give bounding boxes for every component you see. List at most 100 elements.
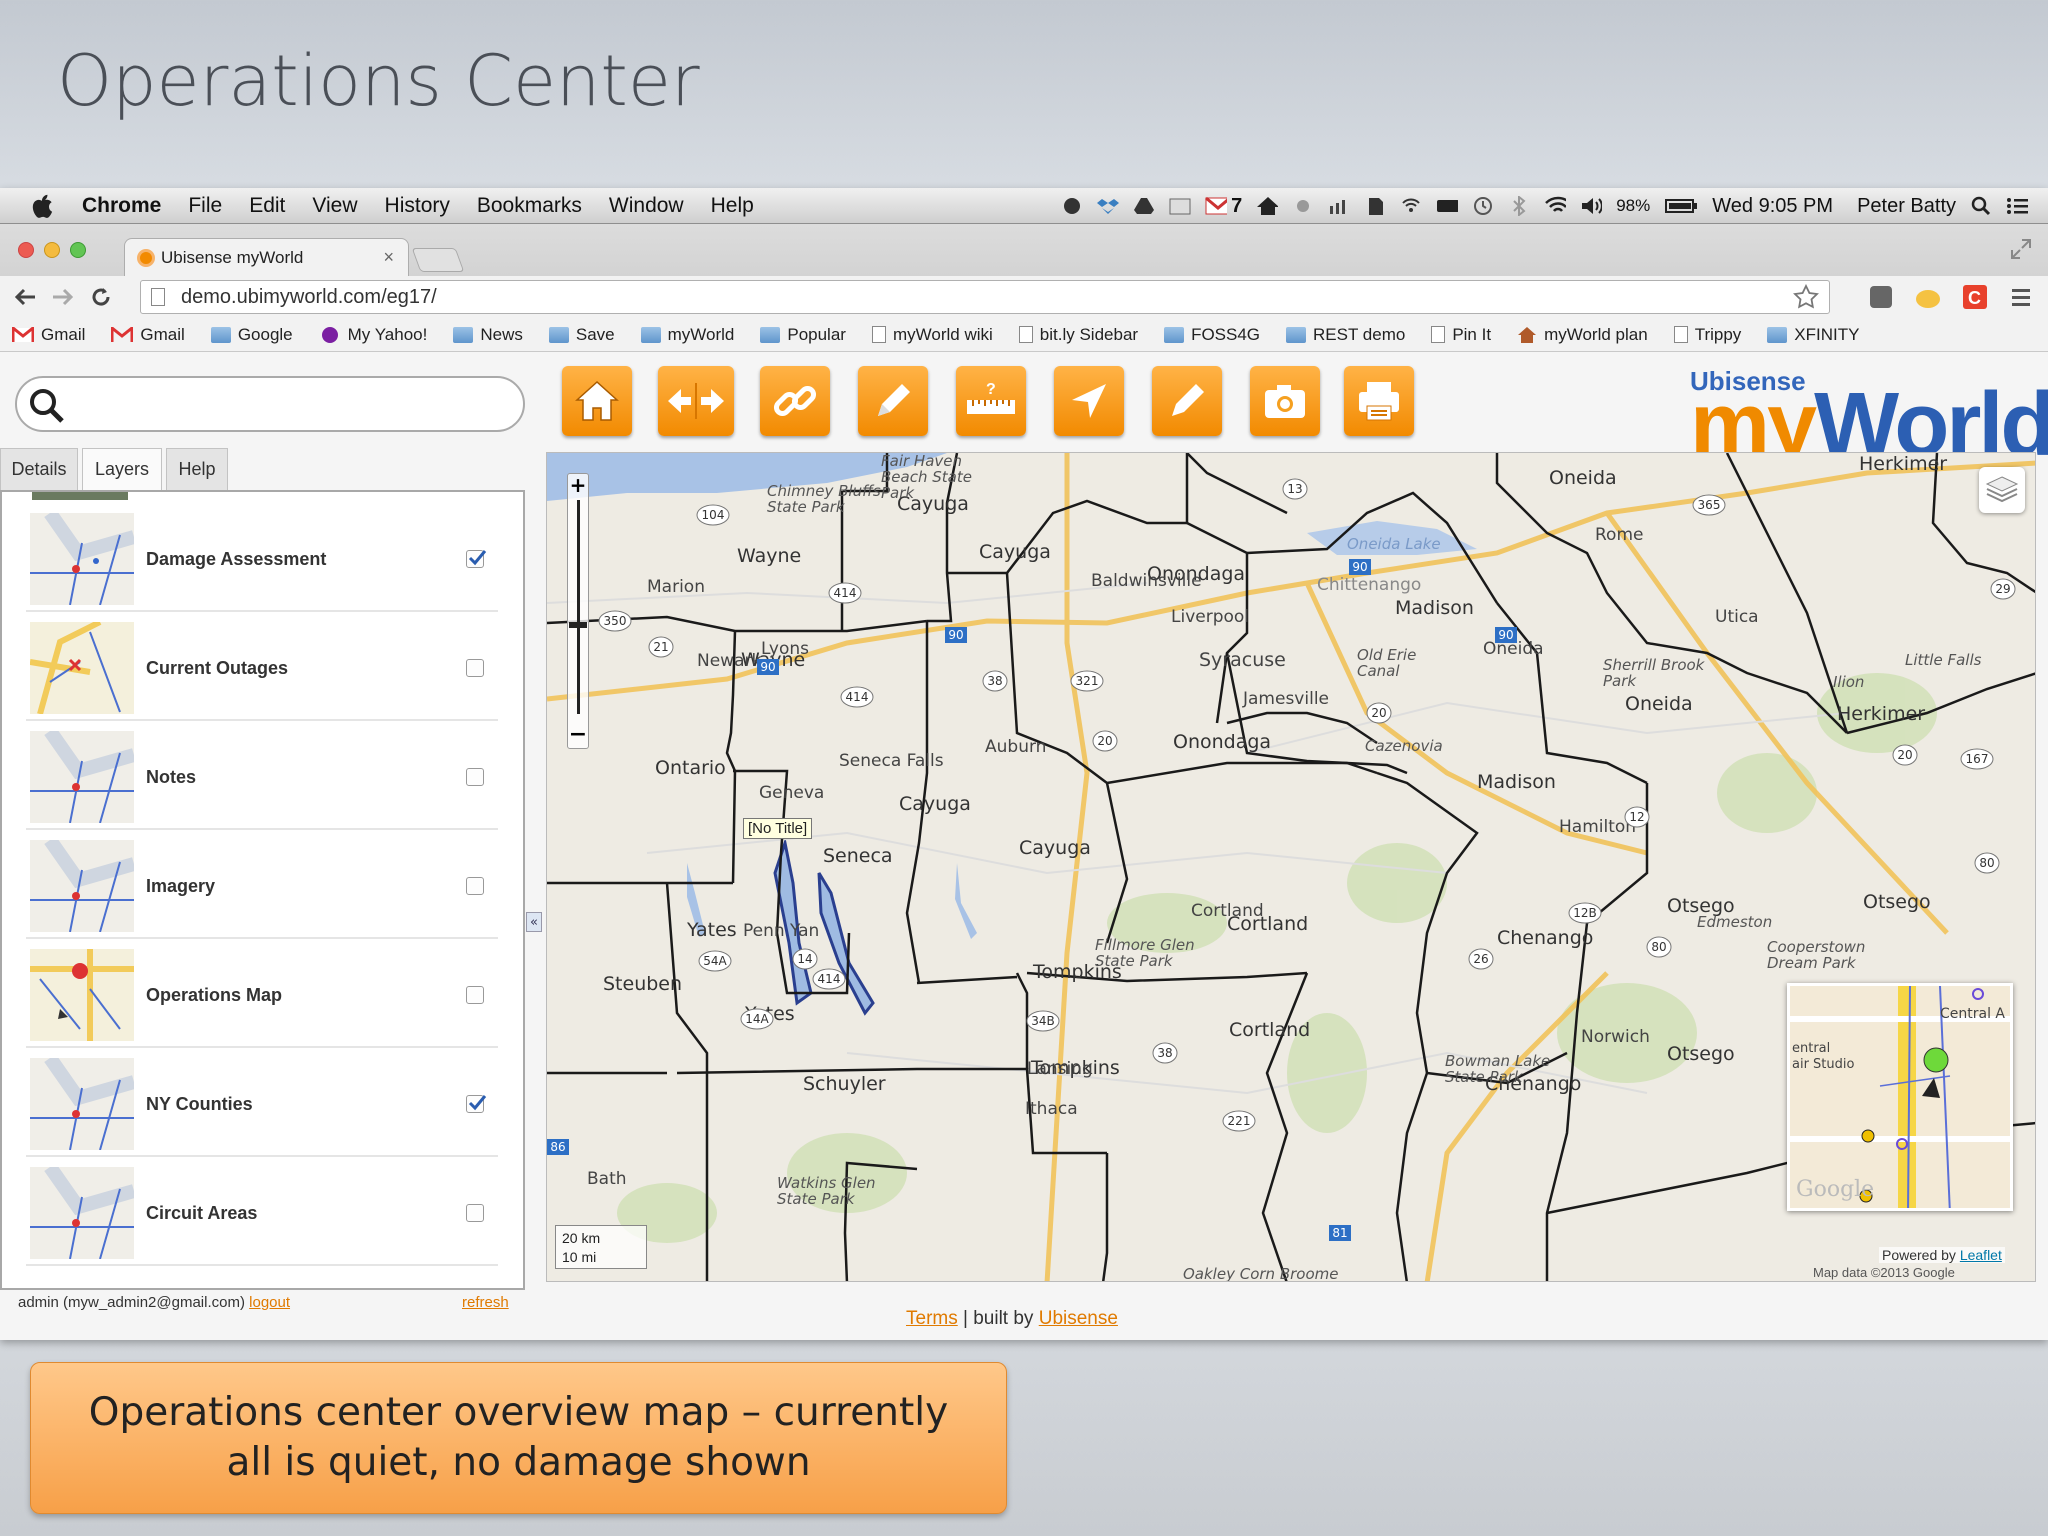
- reload-icon[interactable]: [88, 284, 114, 310]
- layer-row-circuit-areas[interactable]: Circuit Areas: [26, 1162, 498, 1266]
- bookmark-gmail-1[interactable]: Gmail: [12, 325, 85, 345]
- menu-bookmarks[interactable]: Bookmarks: [477, 194, 582, 218]
- layer-checkbox-ny-counties[interactable]: [466, 1095, 487, 1113]
- home-icon[interactable]: [1256, 196, 1279, 216]
- bookmark-foss4g[interactable]: FOSS4G: [1164, 325, 1260, 345]
- layer-checkbox-imagery[interactable]: [466, 877, 484, 895]
- clock[interactable]: Wed 9:05 PM: [1712, 195, 1833, 218]
- snapshot-button[interactable]: [1250, 366, 1320, 436]
- logout-link[interactable]: logout: [249, 1294, 290, 1311]
- close-window-button[interactable]: [18, 242, 34, 258]
- notification-center-icon[interactable]: [2006, 196, 2028, 216]
- menu-help[interactable]: Help: [711, 194, 754, 218]
- overview-minimap[interactable]: Central A entral air Studio Google: [1787, 983, 2013, 1211]
- leaflet-link[interactable]: Leaflet: [1960, 1247, 2002, 1263]
- volume-icon[interactable]: [1580, 196, 1603, 216]
- skype-icon[interactable]: [1061, 196, 1083, 216]
- spotlight-search-icon[interactable]: [1970, 196, 1992, 216]
- evernote-icon[interactable]: [1364, 196, 1386, 216]
- bookmark-google[interactable]: Google: [210, 325, 293, 345]
- map-view[interactable]: + − Cayuga Cayuga Cayuga Wayne Wayne Ont…: [546, 452, 2036, 1282]
- menu-edit[interactable]: Edit: [249, 194, 285, 218]
- previous-next-button[interactable]: [658, 366, 734, 436]
- layer-checkbox-notes[interactable]: [466, 768, 484, 786]
- bookmark-popular[interactable]: Popular: [760, 325, 846, 345]
- chrome-menu-icon[interactable]: [2010, 286, 2032, 312]
- measure-button[interactable]: ?: [956, 366, 1026, 436]
- layer-row-imagery[interactable]: Imagery: [26, 835, 498, 939]
- bluetooth-icon[interactable]: [1508, 196, 1530, 216]
- tab-close-icon[interactable]: ×: [383, 247, 394, 268]
- tab-help[interactable]: Help: [166, 448, 228, 490]
- hotspot-icon[interactable]: [1400, 196, 1422, 216]
- home-button[interactable]: [562, 366, 632, 436]
- collapse-panel-button[interactable]: «: [526, 912, 542, 932]
- terms-link[interactable]: Terms: [906, 1308, 958, 1329]
- menu-window[interactable]: Window: [609, 194, 684, 218]
- link-button[interactable]: [760, 366, 830, 436]
- bookmark-xfinity[interactable]: XFINITY: [1767, 325, 1859, 345]
- ubisense-link[interactable]: Ubisense: [1039, 1308, 1118, 1329]
- layer-row-notes[interactable]: Notes: [26, 726, 498, 830]
- edit-button[interactable]: [858, 366, 928, 436]
- search-input[interactable]: [15, 376, 525, 432]
- layer-checkbox-damage-assessment[interactable]: [466, 550, 487, 568]
- menu-history[interactable]: History: [385, 194, 450, 218]
- bookmark-gmail-2[interactable]: Gmail: [111, 325, 185, 345]
- bookmark-my-yahoo[interactable]: My Yahoo!: [319, 325, 427, 345]
- back-icon[interactable]: [12, 284, 38, 310]
- gmail-notifier-icon[interactable]: [1205, 196, 1228, 216]
- layer-checkbox-current-outages[interactable]: [466, 659, 484, 677]
- extension-c-icon[interactable]: C: [1962, 284, 1988, 314]
- network-activity-icon[interactable]: [1328, 196, 1350, 216]
- annotate-button[interactable]: [1152, 366, 1222, 436]
- drive-icon[interactable]: [1133, 196, 1155, 216]
- user-name[interactable]: Peter Batty: [1857, 195, 1956, 218]
- bookmark-myworld-plan[interactable]: myWorld plan: [1517, 325, 1648, 345]
- browser-tab[interactable]: Ubisense myWorld ×: [124, 238, 409, 276]
- extension-cat-icon[interactable]: [1914, 284, 1942, 314]
- navigate-button[interactable]: [1054, 366, 1124, 436]
- apple-icon[interactable]: [28, 192, 56, 220]
- time-machine-icon[interactable]: [1472, 196, 1494, 216]
- menu-chrome[interactable]: Chrome: [82, 194, 161, 218]
- minimize-window-button[interactable]: [44, 242, 60, 258]
- layer-row-ny-counties[interactable]: NY Counties: [26, 1053, 498, 1157]
- wifi-icon[interactable]: [1544, 196, 1567, 216]
- menu-file[interactable]: File: [188, 194, 222, 218]
- extension-evernote-icon[interactable]: [1868, 284, 1894, 314]
- maximize-window-button[interactable]: [70, 242, 86, 258]
- layer-switcher-button[interactable]: [1979, 467, 2025, 513]
- layer-row-current-outages[interactable]: Current Outages: [26, 617, 498, 721]
- bookmark-bitly-sidebar[interactable]: bit.ly Sidebar: [1018, 325, 1138, 345]
- layer-checkbox-operations-map[interactable]: [466, 986, 484, 1004]
- display-icon[interactable]: [1436, 196, 1459, 216]
- folder-icon: [1767, 326, 1788, 343]
- bookmark-save[interactable]: Save: [548, 325, 615, 345]
- calendar-icon[interactable]: [1169, 196, 1191, 216]
- svg-text:21: 21: [653, 640, 668, 654]
- fullscreen-icon[interactable]: [2010, 238, 2032, 264]
- layer-row-damage-assessment[interactable]: Damage Assessment: [26, 508, 498, 612]
- dropbox-icon[interactable]: [1097, 196, 1120, 216]
- bookmark-myworld[interactable]: myWorld: [640, 325, 734, 345]
- bookmark-star-icon[interactable]: [1793, 283, 1819, 316]
- address-bar[interactable]: demo.ubimyworld.com/eg17/: [140, 280, 1830, 314]
- tab-details[interactable]: Details: [0, 448, 78, 490]
- bookmark-news[interactable]: News: [453, 325, 523, 345]
- bookmark-rest-demo[interactable]: REST demo: [1286, 325, 1405, 345]
- bookmark-myworld-wiki[interactable]: myWorld wiki: [871, 325, 993, 345]
- print-button[interactable]: [1344, 366, 1414, 436]
- new-tab-button[interactable]: [411, 248, 465, 272]
- weather-icon[interactable]: [1292, 196, 1314, 216]
- bookmark-trippy[interactable]: Trippy: [1673, 325, 1741, 345]
- battery-icon[interactable]: [1664, 196, 1698, 216]
- layer-checkbox-circuit-areas[interactable]: [466, 1204, 484, 1222]
- tab-layers[interactable]: Layers: [82, 448, 162, 490]
- battery-percent: 98%: [1616, 196, 1651, 215]
- menu-view[interactable]: View: [312, 194, 357, 218]
- bookmark-pin-it[interactable]: Pin It: [1431, 325, 1491, 345]
- layer-row-operations-map[interactable]: Operations Map: [26, 944, 498, 1048]
- forward-icon[interactable]: [50, 284, 76, 310]
- refresh-link[interactable]: refresh: [462, 1294, 509, 1311]
